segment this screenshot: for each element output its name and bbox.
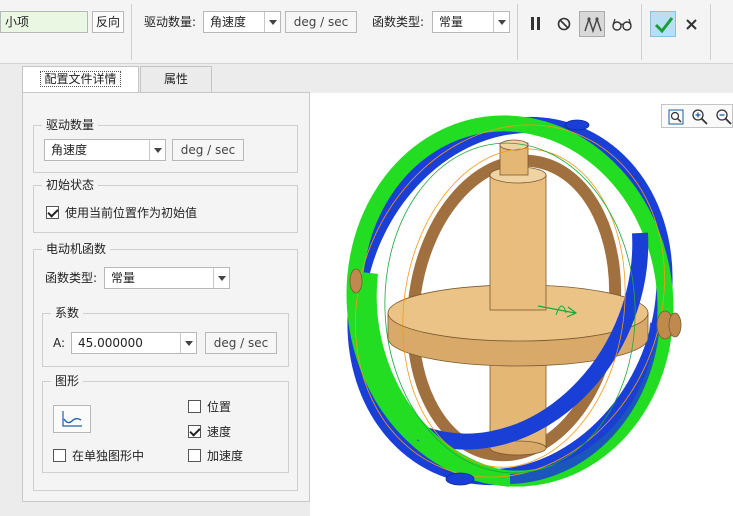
position-checkbox[interactable] [188, 400, 201, 413]
coefficient-a-value: 45.000000 [78, 336, 143, 350]
right-pin-end [668, 312, 682, 338]
graph-group: 图形 位置 速度 加速度 在单独图形中 [42, 374, 289, 473]
position-label: 位置 [207, 400, 232, 414]
drive-quantity-select-value: 角速度 [51, 143, 88, 157]
use-current-position-label: 使用当前位置作为初始值 [65, 206, 198, 220]
profile-details-panel: 驱动数量 角速度 deg / sec 初始状态 使用当前位置作为初始值 电动机函… [22, 92, 310, 502]
ribbon-separator [710, 4, 711, 60]
function-type-dropdown[interactable]: 常量 [432, 11, 510, 33]
reference-input-value: 小项 [5, 15, 30, 29]
bottom-blue-pin [445, 472, 475, 486]
initial-state-group: 初始状态 使用当前位置作为初始值 [33, 178, 298, 233]
ribbon-separator [517, 4, 518, 60]
motor-ribbon: 小项 反向 驱动数量: 角速度 deg / sec 函数类型: 常量 [0, 0, 733, 64]
glasses-icon[interactable] [609, 11, 635, 37]
drive-unit-field: deg / sec [285, 11, 357, 33]
zoom-fit-icon[interactable] [667, 108, 685, 126]
zoom-in-icon[interactable] [691, 108, 709, 126]
zoom-out-icon[interactable] [715, 108, 733, 126]
ribbon-separator [131, 4, 132, 60]
tab-properties[interactable]: 属性 [140, 66, 212, 92]
drive-quantity-select[interactable]: 角速度 [44, 139, 166, 161]
left-pin [349, 268, 363, 294]
drive-quantity-label: 驱动数量: [144, 15, 197, 29]
separate-graph-checkbox[interactable] [53, 449, 66, 462]
motor-function-group-title: 电动机函数 [42, 242, 111, 256]
chevron-down-icon [180, 333, 196, 353]
reference-input[interactable]: 小项 [0, 11, 88, 33]
coefficient-a-label: A: [53, 336, 66, 350]
ribbon-separator [641, 4, 642, 60]
chevron-down-icon [264, 12, 280, 32]
function-type-value: 常量 [439, 15, 464, 29]
tab-properties-label: 属性 [163, 72, 188, 86]
coefficients-group-title: 系数 [51, 306, 84, 320]
no-icon[interactable] [551, 11, 577, 37]
function-type-label: 函数类型: [372, 15, 425, 29]
chevron-down-icon [149, 140, 165, 160]
drive-quantity-group: 驱动数量 角速度 deg / sec [33, 118, 298, 173]
coefficient-a-input[interactable]: 45.000000 [71, 332, 197, 354]
function-type-select[interactable]: 常量 [104, 267, 230, 289]
gyroscope-model [346, 115, 682, 487]
view-toolbar [661, 104, 733, 128]
velocity-checkbox[interactable] [188, 425, 201, 438]
coefficient-a-unit: deg / sec [205, 332, 277, 354]
function-type-label: 函数类型: [45, 271, 98, 285]
tab-profile-details[interactable]: 配置文件详情 [22, 66, 139, 92]
separate-graph-label: 在单独图形中 [72, 449, 145, 463]
coefficients-group: 系数 A: 45.000000 deg / sec [42, 306, 289, 367]
chevron-down-icon [213, 268, 229, 288]
graph-icon [62, 411, 82, 427]
flip-button[interactable]: 反向 [92, 11, 124, 33]
graph-group-title: 图形 [51, 374, 84, 388]
motor-function-group: 电动机函数 函数类型: 常量 系数 A: 45.000000 deg / sec… [33, 242, 298, 491]
drive-quantity-unit: deg / sec [172, 139, 244, 161]
checkmark-icon[interactable] [650, 11, 676, 37]
chevron-down-icon [493, 12, 509, 32]
function-type-select-value: 常量 [111, 271, 136, 285]
upper-shaft [489, 174, 547, 311]
tab-profile-details-label: 配置文件详情 [40, 71, 121, 87]
drive-quantity-value: 角速度 [210, 15, 247, 29]
use-current-position-checkbox[interactable] [46, 206, 59, 219]
graph-button[interactable] [53, 405, 91, 433]
drive-quantity-dropdown[interactable]: 角速度 [203, 11, 281, 33]
close-icon[interactable] [679, 11, 705, 37]
top-blue-pin [564, 119, 590, 131]
velocity-label: 速度 [207, 425, 232, 439]
acceleration-checkbox[interactable] [188, 449, 201, 462]
acceleration-label: 加速度 [207, 449, 244, 463]
pause-icon[interactable] [523, 11, 549, 37]
drive-quantity-group-title: 驱动数量 [42, 118, 99, 132]
mechanism-icon[interactable] [579, 11, 605, 37]
initial-state-group-title: 初始状态 [42, 178, 99, 192]
graphics-viewport[interactable] [310, 93, 733, 516]
